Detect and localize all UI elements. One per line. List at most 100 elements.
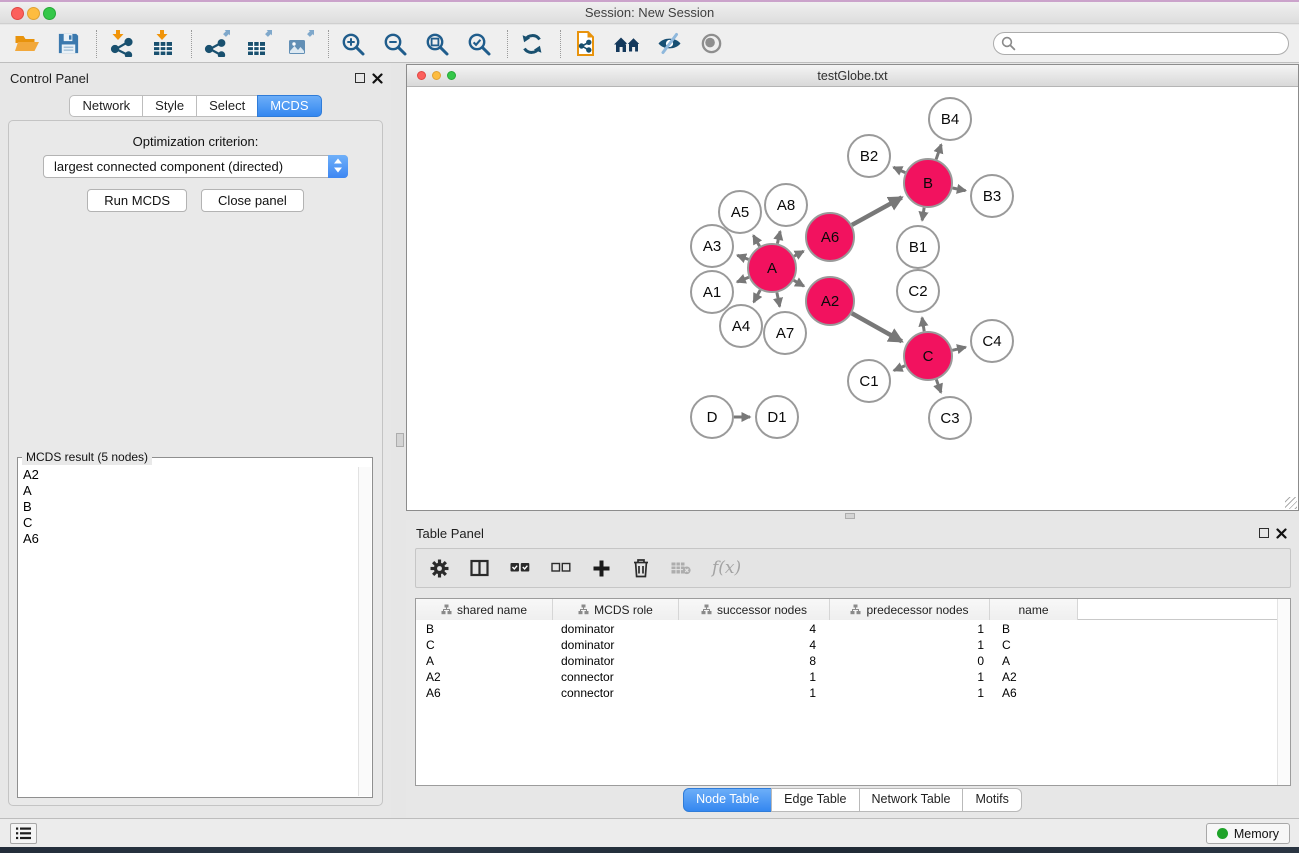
- graph-edge-A-A2[interactable]: [794, 280, 804, 286]
- hide-panels-button[interactable]: [653, 28, 685, 60]
- network-window-titlebar[interactable]: testGlobe.txt: [407, 65, 1298, 87]
- table-row-a2[interactable]: A2connector11A2: [416, 669, 1276, 685]
- graph-node-A2[interactable]: A2: [806, 277, 854, 325]
- graph-edge-C-C3[interactable]: [936, 380, 941, 393]
- close-panel-icon[interactable]: [372, 73, 383, 84]
- network-graph[interactable]: B4 B2 B B3 A5A8A6 B1 A3 A A1 C2 A2 A4A7 C4 C C1 C3 D D1: [407, 87, 1298, 510]
- create-column-button[interactable]: [592, 559, 611, 578]
- table-scrollbar[interactable]: [1277, 599, 1290, 785]
- graph-node-B4[interactable]: B4: [929, 98, 971, 140]
- graph-edge-B-B1[interactable]: [922, 208, 924, 221]
- graph-edge-A-A3[interactable]: [737, 255, 748, 259]
- graph-node-A6[interactable]: A6: [806, 213, 854, 261]
- graph-edge-A-A1[interactable]: [737, 277, 749, 282]
- select-all-button[interactable]: [510, 562, 530, 574]
- result-scrollbar[interactable]: [358, 467, 371, 796]
- float-panel-icon[interactable]: [1259, 528, 1269, 538]
- graph-edge-A-A4[interactable]: [754, 290, 760, 302]
- memory-button[interactable]: Memory: [1206, 823, 1290, 844]
- show-panels-button[interactable]: [695, 28, 727, 60]
- graph-node-C1[interactable]: C1: [848, 360, 890, 402]
- tab-network[interactable]: Network: [69, 95, 143, 117]
- graph-edge-C-C4[interactable]: [952, 347, 965, 350]
- zoom-fit-button[interactable]: [421, 28, 453, 60]
- column-header-mcds-role[interactable]: MCDS role: [553, 599, 679, 620]
- import-network-button[interactable]: [105, 28, 137, 60]
- tab-edge-table[interactable]: Edge Table: [771, 788, 859, 812]
- zoom-in-button[interactable]: [337, 28, 369, 60]
- graph-node-C3[interactable]: C3: [929, 397, 971, 439]
- table-row-a6[interactable]: A6connector11A6: [416, 685, 1276, 701]
- function-builder-button[interactable]: f(x): [712, 558, 741, 578]
- criterion-dropdown[interactable]: largest connected component (directed): [43, 155, 348, 178]
- graph-node-A8[interactable]: A8: [765, 184, 807, 226]
- table-row-b[interactable]: Bdominator41B: [416, 621, 1276, 637]
- result-item-a6[interactable]: A6: [23, 531, 356, 547]
- export-table-button[interactable]: [242, 28, 274, 60]
- zoom-out-button[interactable]: [379, 28, 411, 60]
- graph-node-C4[interactable]: C4: [971, 320, 1013, 362]
- horizontal-split-handle[interactable]: [845, 513, 855, 519]
- graph-node-D[interactable]: D: [691, 396, 733, 438]
- export-image-button[interactable]: [284, 28, 316, 60]
- graph-node-B[interactable]: B: [904, 159, 952, 207]
- graph-edge-A6-B[interactable]: [852, 197, 902, 224]
- import-table-button[interactable]: [147, 28, 179, 60]
- tab-style[interactable]: Style: [142, 95, 197, 117]
- graph-edge-B-B2[interactable]: [894, 167, 906, 172]
- refresh-button[interactable]: [516, 28, 548, 60]
- graph-edge-C-C2[interactable]: [922, 318, 924, 332]
- result-item-c[interactable]: C: [23, 515, 356, 531]
- table-row-c[interactable]: Cdominator41C: [416, 637, 1276, 653]
- deselect-all-button[interactable]: [551, 562, 571, 574]
- graph-edge-A-A5[interactable]: [753, 235, 759, 246]
- column-header-successor-nodes[interactable]: successor nodes: [679, 599, 830, 620]
- resize-grip[interactable]: [1285, 497, 1297, 509]
- open-session-button[interactable]: [10, 28, 42, 60]
- delete-column-button[interactable]: [671, 561, 691, 575]
- show-columns-button[interactable]: [470, 559, 489, 577]
- tab-select[interactable]: Select: [196, 95, 258, 117]
- result-item-a[interactable]: A: [23, 483, 356, 499]
- tab-network-table[interactable]: Network Table: [859, 788, 964, 812]
- graph-node-A3[interactable]: A3: [691, 225, 733, 267]
- graph-node-C[interactable]: C: [904, 332, 952, 380]
- vertical-split-handle[interactable]: [396, 433, 404, 447]
- graph-edge-B-B3[interactable]: [952, 188, 965, 191]
- graph-edge-A-A7[interactable]: [777, 293, 780, 307]
- tab-mcds[interactable]: MCDS: [257, 95, 321, 117]
- float-panel-icon[interactable]: [355, 73, 365, 83]
- column-header-name[interactable]: name: [990, 599, 1078, 620]
- graph-edge-C-C1[interactable]: [894, 366, 905, 371]
- graph-node-C2[interactable]: C2: [897, 270, 939, 312]
- graph-node-A4[interactable]: A4: [720, 305, 762, 347]
- column-header-predecessor-nodes[interactable]: predecessor nodes: [830, 599, 990, 620]
- result-item-a2[interactable]: A2: [23, 467, 356, 483]
- graph-node-B3[interactable]: B3: [971, 175, 1013, 217]
- graph-node-B1[interactable]: B1: [897, 226, 939, 268]
- network-canvas[interactable]: B4 B2 B B3 A5A8A6 B1 A3 A A1 C2 A2 A4A7 C4 C C1 C3 D D1: [407, 87, 1298, 510]
- graph-edge-A2-C[interactable]: [852, 313, 902, 341]
- graph-node-A[interactable]: A: [748, 244, 796, 292]
- result-item-b[interactable]: B: [23, 499, 356, 515]
- close-panel-icon[interactable]: [1276, 528, 1287, 539]
- table-row-a[interactable]: Adominator80A: [416, 653, 1276, 669]
- graph-node-A5[interactable]: A5: [719, 191, 761, 233]
- close-panel-button[interactable]: Close panel: [201, 189, 304, 212]
- tab-node-table[interactable]: Node Table: [683, 788, 772, 812]
- search-input[interactable]: [993, 32, 1289, 55]
- graph-node-D1[interactable]: D1: [756, 396, 798, 438]
- graph-edge-B-B4[interactable]: [936, 145, 941, 160]
- graph-node-B2[interactable]: B2: [848, 135, 890, 177]
- column-header-shared-name[interactable]: shared name: [416, 599, 553, 620]
- clone-network-button[interactable]: [569, 28, 601, 60]
- graph-edge-A-A8[interactable]: [777, 231, 780, 243]
- zoom-selected-button[interactable]: [463, 28, 495, 60]
- save-session-button[interactable]: [52, 28, 84, 60]
- export-network-button[interactable]: [200, 28, 232, 60]
- run-mcds-button[interactable]: Run MCDS: [87, 189, 187, 212]
- table-settings-button[interactable]: [430, 559, 449, 578]
- graph-node-A7[interactable]: A7: [764, 312, 806, 354]
- graph-edge-A-A6[interactable]: [794, 251, 803, 256]
- graph-node-A1[interactable]: A1: [691, 271, 733, 313]
